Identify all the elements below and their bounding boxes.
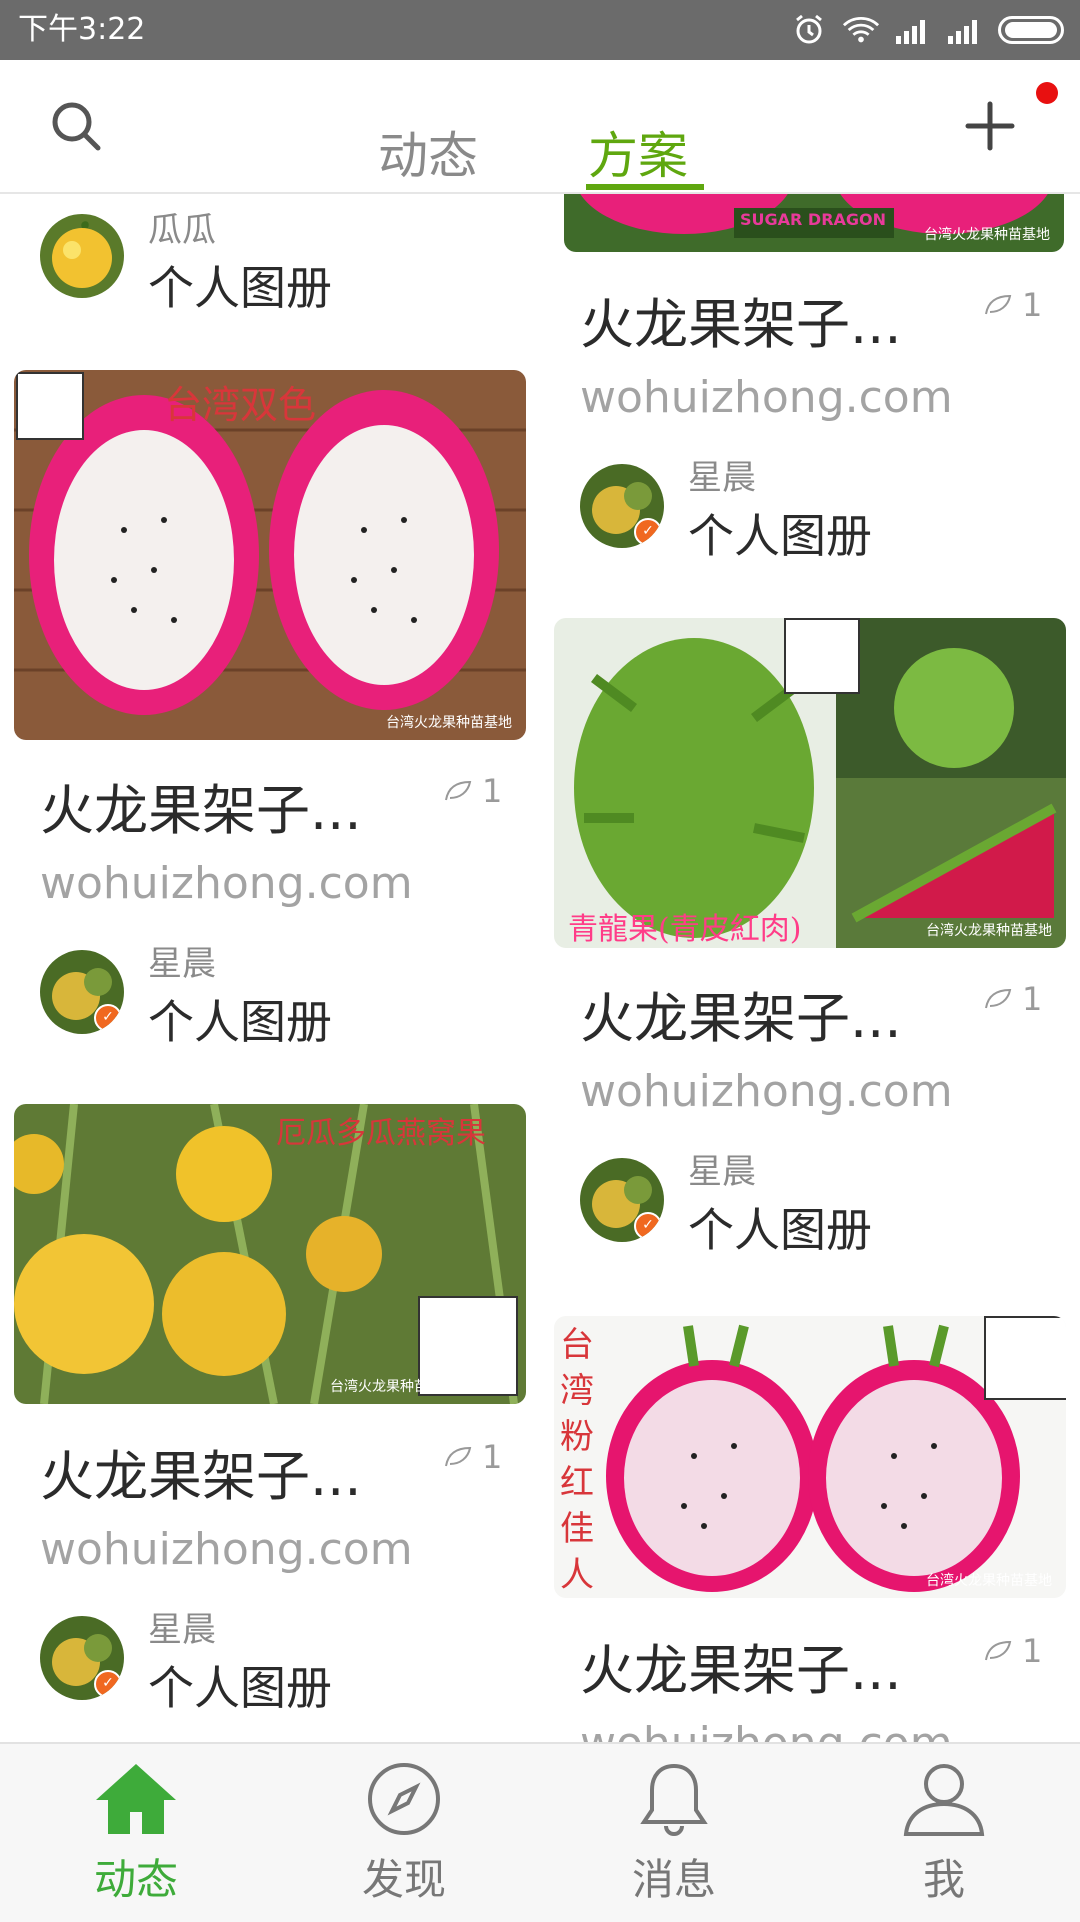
comment-count: 1	[982, 980, 1042, 1018]
comment-count-value: 1	[482, 1438, 503, 1476]
comment-count-value: 1	[1022, 1632, 1043, 1670]
verified-badge: ✓	[94, 1004, 122, 1032]
comment-count-value: 1	[1022, 980, 1043, 1018]
card-image[interactable]: 青龍果(青皮紅肉) 台湾火龙果种苗基地	[554, 618, 1066, 948]
nav-item-wo[interactable]: 我	[854, 1760, 1034, 1920]
image-caption: 青龍果(青皮紅肉)	[568, 912, 802, 947]
battery-icon	[998, 16, 1064, 44]
card-image[interactable]: SUGAR DRAGON 台湾火龙果种苗基地	[564, 194, 1064, 252]
comment-count: 1	[442, 772, 502, 810]
active-tab-indicator	[586, 184, 704, 190]
album-label: 个人图册	[688, 509, 872, 563]
avatar[interactable]: ✓	[580, 1158, 664, 1242]
nav-label: 我	[922, 1855, 965, 1904]
person-icon	[903, 1764, 985, 1836]
card-domain: wohuizhong.com	[580, 1066, 953, 1117]
comment-count: 1	[982, 1632, 1042, 1670]
author-name: 瓜瓜	[148, 210, 216, 250]
card-domain: wohuizhong.com	[40, 1524, 413, 1575]
nav-item-dongtai[interactable]: 动态	[46, 1760, 226, 1920]
comment-icon	[985, 1640, 1012, 1661]
bell-icon	[640, 1763, 708, 1836]
verified-badge: ✓	[94, 1670, 122, 1698]
nav-label: 消息	[631, 1855, 716, 1904]
album-label: 个人图册	[148, 1661, 332, 1715]
card-image[interactable]: 台湾粉红佳人 台湾火龙果种苗基地	[554, 1316, 1066, 1598]
nav-label: 动态	[93, 1855, 178, 1904]
author-name: 星晨	[688, 1152, 756, 1192]
card-title[interactable]: 火龙果架子...	[580, 1626, 902, 1705]
alarm-icon	[790, 14, 828, 45]
author-name: 星晨	[148, 1610, 216, 1650]
card-image[interactable]: 台湾双色 台湾火龙果种苗基地	[14, 370, 526, 740]
signal-icon-1	[894, 15, 932, 45]
add-icon[interactable]	[964, 100, 1016, 152]
tab-fangan[interactable]: 方案	[588, 116, 688, 192]
comment-count: 1	[442, 1438, 502, 1476]
comment-icon	[445, 780, 472, 801]
top-header: 动态 方案	[0, 60, 1080, 194]
comment-icon	[985, 988, 1012, 1009]
verified-badge: ✓	[634, 1212, 662, 1240]
author-name: 星晨	[148, 944, 216, 984]
wifi-icon	[842, 15, 880, 45]
notification-dot	[1036, 82, 1058, 104]
image-watermark: 台湾火龙果种苗基地	[386, 715, 512, 731]
image-watermark: 台湾火龙果种苗基地	[926, 1573, 1052, 1589]
card-domain: wohuizhong.com	[580, 372, 953, 423]
image-watermark: 台湾火龙果种苗基地	[924, 227, 1050, 243]
tab-dongtai[interactable]: 动态	[378, 116, 478, 192]
comment-count: 1	[982, 286, 1042, 324]
feed-content[interactable]: 瓜瓜 个人图册 台湾双色 台湾火龙果种苗基地 火龙果架子... 1 wohuiz…	[0, 194, 1080, 1742]
status-icons	[790, 12, 1064, 48]
album-label: 个人图册	[688, 1203, 872, 1257]
image-caption: 台湾双色	[164, 383, 317, 427]
card-title[interactable]: 火龙果架子...	[40, 1432, 362, 1511]
qr-code	[784, 618, 860, 694]
image-caption: 厄瓜多瓜燕窝果	[276, 1116, 486, 1151]
signal-icon-2	[946, 15, 984, 45]
compass-icon	[368, 1763, 440, 1835]
image-watermark: 台湾火龙果种苗基地	[330, 1379, 456, 1395]
album-label: 个人图册	[148, 261, 332, 315]
verified-badge: ✓	[634, 518, 662, 546]
image-caption: 台湾粉红佳人	[560, 1325, 594, 1595]
album-label: 个人图册	[148, 995, 332, 1049]
nav-item-xiaoxi[interactable]: 消息	[584, 1760, 764, 1920]
comment-count-value: 1	[1022, 286, 1043, 324]
avatar[interactable]: ✓	[580, 464, 664, 548]
bottom-navigation: 动态 发现 消息 我	[0, 1742, 1080, 1922]
search-icon[interactable]	[48, 98, 104, 154]
comment-icon	[985, 294, 1012, 315]
card-title[interactable]: 火龙果架子...	[580, 974, 902, 1053]
card-domain: wohuizhong.com	[40, 858, 413, 909]
card-domain: wohuizhong.com	[580, 1718, 953, 1742]
author-name: 星晨	[688, 458, 756, 498]
home-icon	[96, 1764, 176, 1834]
nav-label: 发现	[361, 1855, 446, 1904]
comment-icon	[445, 1446, 472, 1467]
qr-code	[984, 1316, 1066, 1400]
avatar[interactable]	[40, 214, 124, 298]
card-image[interactable]: 厄瓜多瓜燕窝果 台湾火龙果种苗基地	[14, 1104, 526, 1404]
image-watermark: 台湾火龙果种苗基地	[926, 923, 1052, 939]
avatar[interactable]: ✓	[40, 950, 124, 1034]
qr-code	[16, 372, 84, 440]
image-caption: SUGAR DRAGON	[740, 210, 887, 229]
card-title[interactable]: 火龙果架子...	[40, 766, 362, 845]
avatar[interactable]: ✓	[40, 1616, 124, 1700]
status-bar: 下午3:22	[0, 0, 1080, 60]
nav-item-faxian[interactable]: 发现	[314, 1760, 494, 1920]
status-time: 下午3:22	[18, 12, 146, 47]
comment-count-value: 1	[482, 772, 503, 810]
card-title[interactable]: 火龙果架子...	[580, 280, 902, 359]
